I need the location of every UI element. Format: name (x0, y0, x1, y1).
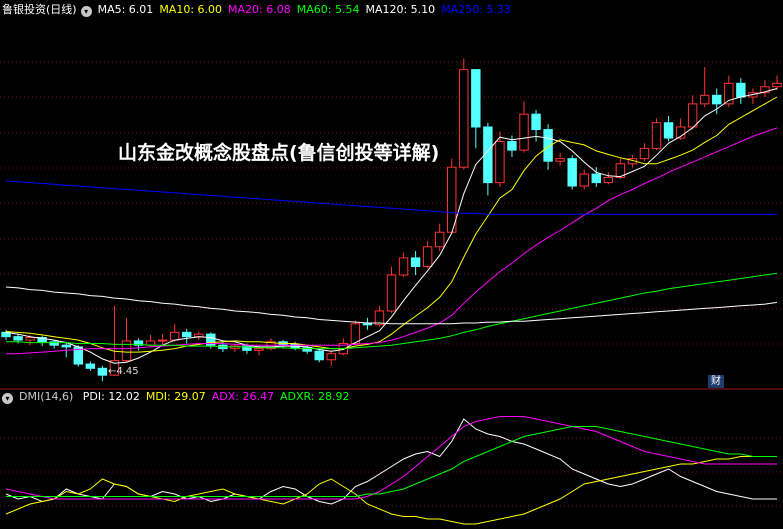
candle-body-up (603, 176, 614, 184)
candle-body-up (398, 257, 409, 276)
candle-body-up (519, 113, 529, 151)
candle-body-down (591, 173, 602, 184)
stock-name[interactable]: 鲁银投资(日线) (2, 3, 77, 16)
dmi-legend-mdi-label: MDI: 29.07 (145, 390, 206, 403)
dmi-legend-pdi-label: PDI: 12.02 (82, 390, 140, 403)
low-price-value: 4.45 (116, 366, 139, 377)
chart-canvas (0, 0, 783, 529)
ma-legend: 鲁银投资(日线) ▾ MA5: 6.01 MA10: 6.00 MA20: 6.08 MA… (2, 3, 523, 17)
candle-body-up (121, 340, 132, 362)
candle-body-down (410, 257, 421, 267)
candle-body-down (567, 158, 577, 187)
candle-body-down (61, 344, 71, 348)
candle-body-up (639, 147, 650, 160)
candle (567, 155, 577, 190)
overlay-title: 山东金改概念股盘点(鲁信创投等详解) (118, 142, 440, 164)
legend-ma250-label: MA250: 5.33 (441, 3, 511, 16)
candle-body-up (651, 122, 662, 149)
candle-body-up (254, 348, 264, 351)
dmi-legend-adxr-label: ADXR: 28.92 (279, 390, 350, 403)
candle-body-down (181, 331, 192, 338)
candle-body-down (507, 141, 517, 151)
candle-body-up (772, 82, 782, 88)
candle-body-down (471, 69, 481, 128)
legend-ma20-label: MA20: 6.08 (228, 3, 291, 16)
candle-body-up (169, 331, 180, 341)
candle-body-down (712, 94, 722, 105)
candle-body-up (326, 353, 336, 361)
candle-body-up (495, 141, 505, 184)
candle-body-up (699, 94, 710, 105)
candle-body-down (663, 122, 674, 139)
legend-ma120-label: MA120: 5.10 (365, 3, 436, 16)
candle (459, 58, 469, 170)
candle-body-up (687, 103, 698, 128)
candle-body-down (85, 363, 96, 369)
candle (651, 118, 662, 151)
candle-body-up (422, 246, 433, 267)
candle-body-down (362, 323, 373, 326)
dropdown-icon[interactable]: ▾ (80, 6, 92, 17)
candle-body-up (434, 231, 445, 248)
candle-body-down (314, 350, 324, 361)
legend-ma5-label: MA5: 6.01 (97, 3, 154, 16)
candle-body-up (579, 173, 589, 187)
dmi-legend-adx-label: ADX: 26.47 (211, 390, 274, 403)
finance-badge[interactable]: 财 (708, 375, 724, 388)
candle-body-down (736, 82, 746, 98)
candle-body-up (157, 339, 168, 342)
candle-body-up (459, 69, 469, 168)
candle-body-up (386, 274, 397, 312)
dropdown-icon[interactable]: ▾ (2, 393, 13, 404)
dmi-name[interactable]: DMI(14,6) (19, 390, 73, 403)
candle-body-down (531, 113, 541, 131)
legend-ma10-label: MA10: 6.00 (159, 3, 223, 16)
candle-body-up (25, 337, 35, 341)
candle-body-down (13, 336, 23, 341)
candle-body-up (555, 158, 565, 162)
candle-body-down (97, 367, 108, 376)
legend-ma60-label: MA60: 5.54 (296, 3, 360, 16)
candle-body-up (350, 323, 361, 344)
dmi-legend: ▾ DMI(14,6) PDI: 12.02 MDI: 29.07 ADX: 26.4… (2, 390, 362, 404)
low-price-label: ←4.45 (108, 366, 139, 377)
